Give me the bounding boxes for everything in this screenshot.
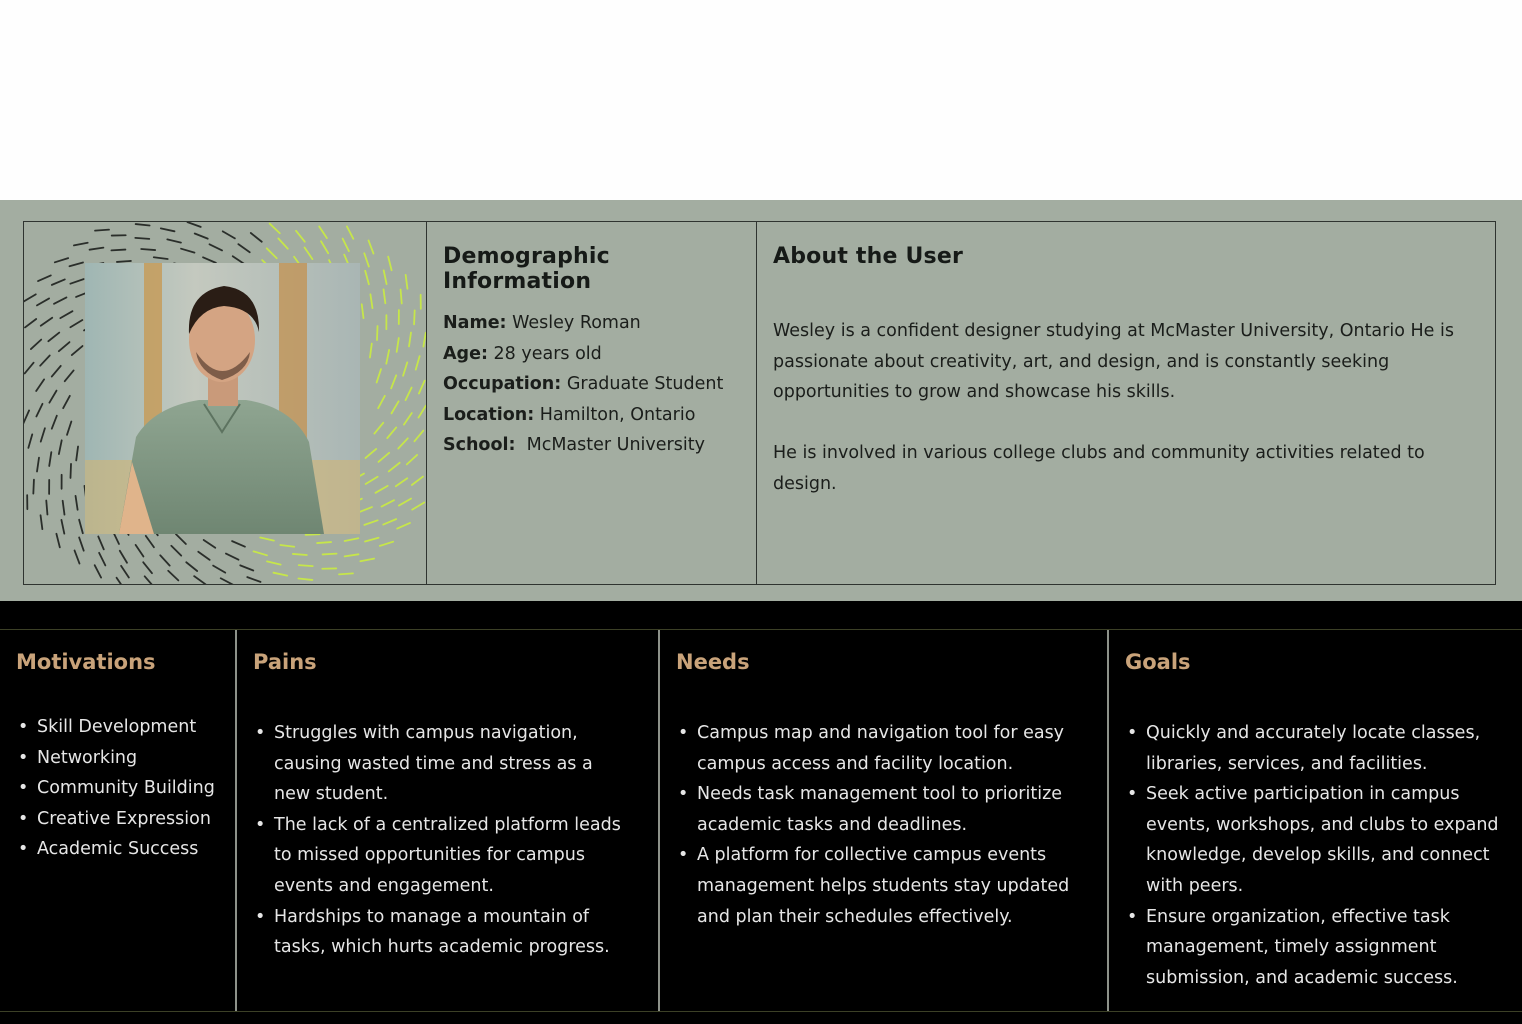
motivations-title: Motivations — [16, 650, 156, 674]
demographic-occupation-row: Occupation: Graduate Student — [443, 369, 723, 400]
profile-frame: Demographic Information Name: Wesley Rom… — [23, 221, 1496, 585]
needs-card: Needs Campus map and navigation tool for… — [660, 630, 1109, 1011]
user-photo — [85, 263, 360, 534]
motivations-card: Motivations Skill Development Networking… — [0, 630, 237, 1011]
list-item: Hardships to manage a mountain of tasks,… — [255, 902, 634, 963]
list-item: A platform for collective campus events … — [678, 840, 1087, 932]
about-paragraph: Wesley is a confident designer studying … — [773, 321, 1454, 403]
list-item: Creative Expression — [18, 804, 227, 835]
persona-details-section: Motivations Skill Development Networking… — [0, 601, 1522, 1024]
goals-list: Quickly and accurately locate classes, l… — [1109, 718, 1506, 993]
list-item: Needs task management tool to prioritize… — [678, 779, 1087, 840]
pains-card: Pains Struggles with campus navigation, … — [237, 630, 660, 1011]
about-text: Wesley is a confident designer studying … — [773, 316, 1473, 530]
name-value: Wesley Roman — [506, 313, 641, 333]
demographic-title: Demographic Information — [443, 244, 610, 294]
demographic-name-row: Name: Wesley Roman — [443, 308, 723, 339]
age-label: Age: — [443, 343, 488, 364]
goals-card: Goals Quickly and accurately locate clas… — [1109, 630, 1522, 1011]
demographic-information-panel: Demographic Information Name: Wesley Rom… — [427, 222, 757, 584]
location-value: Hamilton, Ontario — [534, 404, 696, 425]
list-item: Seek active participation in campus even… — [1127, 779, 1506, 901]
needs-list: Campus map and navigation tool for easy … — [660, 718, 1087, 932]
location-label: Location: — [443, 404, 535, 425]
list-item: The lack of a centralized platform leads… — [255, 810, 634, 902]
list-item: Quickly and accurately locate classes, l… — [1127, 718, 1506, 779]
demographic-school-row: School: McMaster University — [443, 430, 723, 461]
demographic-location-row: Location: Hamilton, Ontario — [443, 400, 723, 431]
persona-profile-section: Demographic Information Name: Wesley Rom… — [0, 200, 1522, 601]
list-item: Networking — [18, 743, 227, 774]
school-value: McMaster University — [515, 435, 705, 456]
demographic-age-row: Age: 28 years old — [443, 339, 723, 370]
list-item: Skill Development — [18, 712, 227, 743]
persona-cards: Motivations Skill Development Networking… — [0, 629, 1522, 1012]
page-header-blank — [0, 0, 1522, 200]
school-label: School: — [443, 435, 516, 456]
needs-title: Needs — [676, 650, 750, 674]
occupation-label: Occupation: — [443, 374, 562, 395]
pains-title: Pains — [253, 650, 317, 674]
list-item: Academic Success — [18, 834, 227, 865]
pains-list: Struggles with campus navigation, causin… — [237, 718, 634, 963]
motivations-list: Skill Development Networking Community B… — [0, 712, 227, 865]
list-item: Community Building — [18, 773, 227, 804]
list-item: Campus map and navigation tool for easy … — [678, 718, 1087, 779]
about-title: About the User — [773, 244, 964, 269]
about-paragraph: He is involved in various college clubs … — [773, 443, 1425, 494]
list-item: Ensure organization, effective task mana… — [1127, 902, 1506, 994]
profile-photo-cell — [24, 222, 427, 584]
goals-title: Goals — [1125, 650, 1191, 674]
list-item: Struggles with campus navigation, causin… — [255, 718, 634, 810]
occupation-value: Graduate Student — [561, 374, 724, 395]
name-label: Name: — [443, 313, 507, 333]
about-user-panel: About the User Wesley is a confident des… — [757, 222, 1494, 584]
demographic-list: Name: Wesley Roman Age: 28 years old Occ… — [443, 308, 723, 461]
age-value: 28 years old — [487, 343, 602, 364]
